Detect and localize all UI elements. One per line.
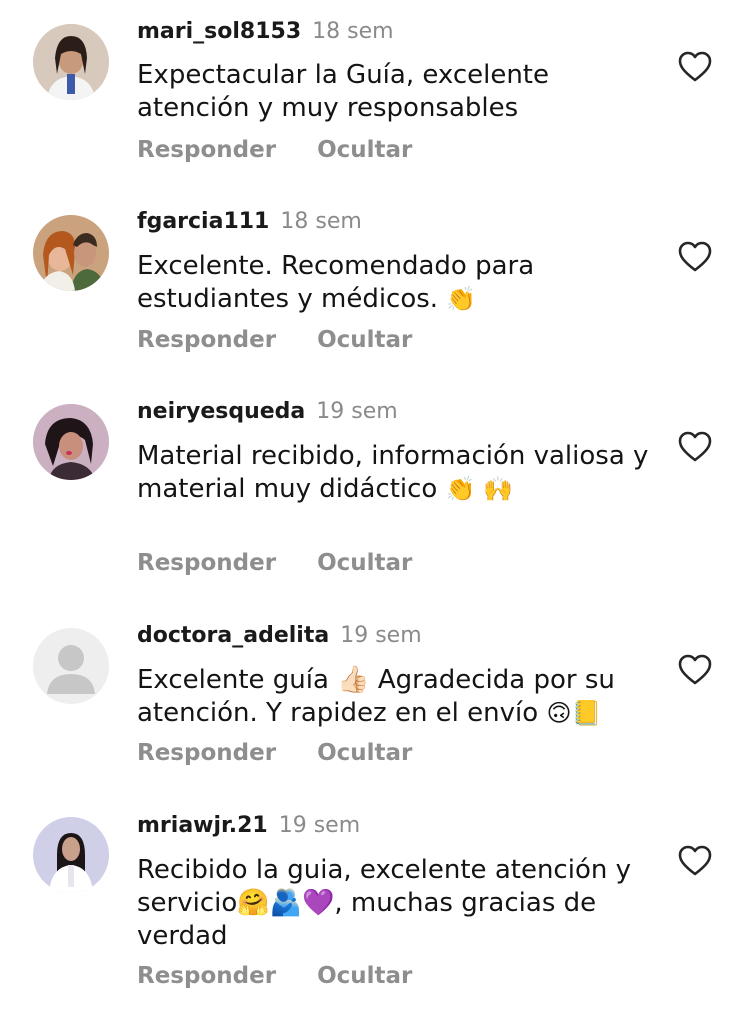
clapping-and-raising-hands-emoji: 👏 🙌: [445, 475, 513, 503]
comment-body: Expectacular la Guía, excelente atención…: [137, 60, 550, 123]
upside-down-face-and-notebook-emoji: 🙃📒: [546, 699, 602, 727]
comment-meta: neiryesqueda 19 sem: [137, 398, 398, 426]
avatar[interactable]: [33, 24, 109, 100]
timestamp[interactable]: 18 sem: [280, 209, 361, 234]
heart-icon[interactable]: [678, 845, 712, 877]
reply-button[interactable]: Responder: [137, 326, 276, 354]
username[interactable]: fgarcia111: [137, 209, 269, 234]
comment-actions: Responder Ocultar: [137, 326, 412, 354]
hide-button[interactable]: Ocultar: [317, 326, 412, 354]
comment-text: Excelente guía 👍🏻 Agradecida por su aten…: [137, 664, 657, 730]
heart-icon[interactable]: [678, 654, 712, 686]
timestamp[interactable]: 18 sem: [312, 19, 393, 44]
timestamp[interactable]: 19 sem: [340, 623, 421, 648]
reply-button[interactable]: Responder: [137, 962, 276, 990]
avatar[interactable]: [33, 628, 109, 704]
username[interactable]: mari_sol8153: [137, 19, 301, 44]
comment-meta: mari_sol8153 18 sem: [137, 18, 394, 46]
hide-button[interactable]: Ocultar: [317, 549, 412, 577]
hide-button[interactable]: Ocultar: [317, 136, 412, 164]
username[interactable]: neiryesqueda: [137, 399, 305, 424]
timestamp[interactable]: 19 sem: [316, 399, 397, 424]
avatar[interactable]: [33, 215, 109, 291]
comment-body: Material recibido, información valiosa y…: [137, 441, 649, 504]
username[interactable]: doctora_adelita: [137, 623, 329, 648]
comment-body: Excelente guía 👍🏻 Agradecida por su aten…: [137, 665, 615, 728]
reply-button[interactable]: Responder: [137, 136, 276, 164]
hide-button[interactable]: Ocultar: [317, 962, 412, 990]
timestamp[interactable]: 19 sem: [279, 813, 360, 838]
comment-text: Recibido la guia, excelente atención y s…: [137, 854, 657, 953]
reply-button[interactable]: Responder: [137, 549, 276, 577]
comment-actions: Responder Ocultar: [137, 136, 412, 164]
heart-icon[interactable]: [678, 431, 712, 463]
clapping-hands-emoji: 👏: [446, 285, 477, 313]
heart-icon[interactable]: [678, 51, 712, 83]
comment-meta: mriawjr.21 19 sem: [137, 812, 360, 840]
username[interactable]: mriawjr.21: [137, 813, 268, 838]
comment-text: Expectacular la Guía, excelente atención…: [137, 59, 657, 125]
avatar[interactable]: [33, 817, 109, 893]
comment-actions: Responder Ocultar: [137, 549, 412, 577]
reply-button[interactable]: Responder: [137, 739, 276, 767]
comment-meta: fgarcia111 18 sem: [137, 208, 362, 236]
comment-meta: doctora_adelita 19 sem: [137, 622, 422, 650]
comment-actions: Responder Ocultar: [137, 739, 412, 767]
comment-actions: Responder Ocultar: [137, 962, 412, 990]
hide-button[interactable]: Ocultar: [317, 739, 412, 767]
comment-text: Material recibido, información valiosa y…: [137, 440, 657, 506]
avatar[interactable]: [33, 404, 109, 480]
heart-icon[interactable]: [678, 241, 712, 273]
comment-body: Recibido la guia, excelente atención y s…: [137, 855, 631, 951]
comment-text: Excelente. Recomendado para estudiantes …: [137, 250, 657, 316]
